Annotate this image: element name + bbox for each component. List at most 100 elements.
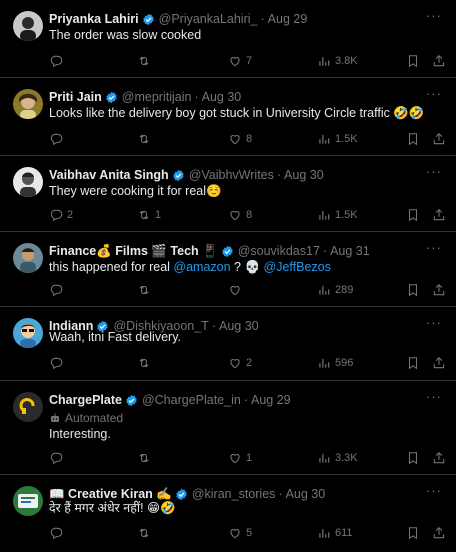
avatar[interactable] (13, 486, 43, 516)
avatar[interactable] (13, 167, 43, 197)
repost-button[interactable] (137, 354, 155, 372)
like-button[interactable] (228, 281, 246, 299)
author-name[interactable]: ChargePlate (49, 392, 122, 408)
more-icon[interactable]: ··· (426, 87, 442, 103)
views-button[interactable]: 1.5K (317, 130, 358, 148)
author-handle[interactable]: @souvikdas17 (238, 243, 320, 259)
repost-button[interactable] (137, 281, 155, 299)
views-button[interactable]: 1.5K (317, 206, 358, 224)
share-button[interactable] (432, 449, 446, 467)
repost-button[interactable] (137, 449, 155, 467)
views-count: 611 (335, 527, 353, 539)
avatar[interactable] (13, 89, 43, 119)
timestamp[interactable]: Aug 30 (202, 89, 242, 105)
bookmark-button[interactable] (406, 206, 420, 224)
author-name[interactable]: Priyanka Lahiri (49, 11, 139, 27)
more-icon[interactable]: ··· (426, 484, 442, 500)
more-icon[interactable]: ··· (426, 241, 442, 257)
bookmark-button[interactable] (406, 52, 420, 70)
more-icon[interactable]: ··· (426, 390, 442, 406)
tweet[interactable]: Priti Jain @mepritijain · Aug 30 ··· Loo… (0, 78, 456, 156)
timestamp[interactable]: Aug 29 (268, 11, 308, 27)
reply-button[interactable] (49, 52, 67, 70)
tweet[interactable]: Indiann @Dishkiyaoon_T · Aug 30 ··· Waah… (0, 307, 456, 381)
bookmark-button[interactable] (406, 281, 420, 299)
like-button[interactable]: 8 (228, 130, 252, 148)
reply-button[interactable] (49, 281, 67, 299)
repost-button[interactable]: 1 (137, 206, 161, 224)
share-button[interactable] (432, 52, 446, 70)
more-icon[interactable]: ··· (426, 165, 442, 181)
author-name[interactable]: Finance💰 Films 🎬 Tech 📱 (49, 243, 218, 259)
more-icon[interactable]: ··· (426, 316, 442, 332)
views-icon (319, 56, 330, 66)
author-handle[interactable]: @VaibhvWrites (189, 167, 274, 183)
share-button[interactable] (432, 524, 446, 542)
timestamp[interactable]: Aug 29 (251, 392, 291, 408)
avatar[interactable] (13, 392, 43, 422)
reply-icon (50, 527, 63, 540)
avatar[interactable] (13, 318, 43, 348)
more-icon[interactable]: ··· (426, 9, 442, 25)
share-icon (433, 357, 445, 369)
timestamp[interactable]: Aug 30 (284, 167, 324, 183)
reply-button[interactable] (49, 524, 67, 542)
author-handle[interactable]: @PriyankaLahiri_ (159, 11, 258, 27)
author-handle[interactable]: @ChargePlate_in (142, 392, 241, 408)
tweet[interactable]: Priyanka Lahiri @PriyankaLahiri_ · Aug 2… (0, 0, 456, 78)
bookmark-button[interactable] (406, 524, 420, 542)
like-button[interactable]: 1 (228, 449, 252, 467)
avatar[interactable] (13, 243, 43, 273)
like-button[interactable]: 7 (228, 52, 252, 70)
tweet-text: The order was slow cooked (49, 28, 202, 42)
views-button[interactable]: 596 (317, 354, 353, 372)
share-icon (433, 55, 445, 67)
views-button[interactable]: 3.8K (317, 52, 358, 70)
timestamp[interactable]: Aug 30 (286, 486, 326, 502)
reply-button[interactable] (49, 449, 67, 467)
reply-button[interactable] (49, 354, 67, 372)
reply-icon (50, 55, 63, 68)
separator-dot: · (211, 319, 216, 333)
author-handle[interactable]: @kiran_stories (192, 486, 276, 502)
timestamp[interactable]: Aug 31 (330, 243, 370, 259)
tweet[interactable]: Vaibhav Anita Singh @VaibhvWrites · Aug … (0, 156, 456, 232)
verified-badge-icon (105, 91, 118, 104)
repost-button[interactable] (137, 130, 155, 148)
share-button[interactable] (432, 281, 446, 299)
reply-button[interactable]: 2 (49, 206, 73, 224)
share-button[interactable] (432, 206, 446, 224)
repost-button[interactable] (137, 52, 155, 70)
timestamp[interactable]: Aug 30 (219, 318, 259, 334)
bookmark-icon (408, 452, 418, 465)
views-icon (319, 528, 330, 538)
share-button[interactable] (432, 354, 446, 372)
share-button[interactable] (432, 130, 446, 148)
bookmark-button[interactable] (406, 130, 420, 148)
avatar[interactable] (13, 11, 43, 41)
verified-badge-icon (172, 169, 185, 182)
reply-button[interactable] (49, 130, 67, 148)
views-button[interactable]: 289 (317, 281, 353, 299)
share-icon (433, 133, 445, 145)
like-button[interactable]: 8 (228, 206, 252, 224)
views-icon (319, 453, 330, 463)
views-button[interactable]: 611 (317, 524, 353, 542)
tweet[interactable]: 📖 Creative Kiran ✍️ @kiran_stories · Aug… (0, 475, 456, 552)
tweet[interactable]: ChargePlate @ChargePlate_in · Aug 29 ···… (0, 381, 456, 475)
views-button[interactable]: 3.3K (317, 449, 358, 467)
repost-button[interactable] (137, 524, 155, 542)
repost-icon (139, 285, 149, 295)
like-count: 2 (246, 357, 253, 369)
author-handle[interactable]: @mepritijain (122, 89, 192, 105)
views-icon (319, 358, 330, 368)
like-button[interactable]: 2 (228, 354, 252, 372)
mention-link[interactable]: @amazon (173, 260, 230, 274)
bookmark-button[interactable] (406, 449, 420, 467)
bookmark-button[interactable] (406, 354, 420, 372)
tweet[interactable]: Finance💰 Films 🎬 Tech 📱 @souvikdas17 · A… (0, 232, 456, 307)
like-button[interactable]: 5 (228, 524, 252, 542)
author-name[interactable]: Vaibhav Anita Singh (49, 167, 169, 183)
mention-link[interactable]: @JeffBezos (264, 260, 331, 274)
author-name[interactable]: Priti Jain (49, 89, 102, 105)
